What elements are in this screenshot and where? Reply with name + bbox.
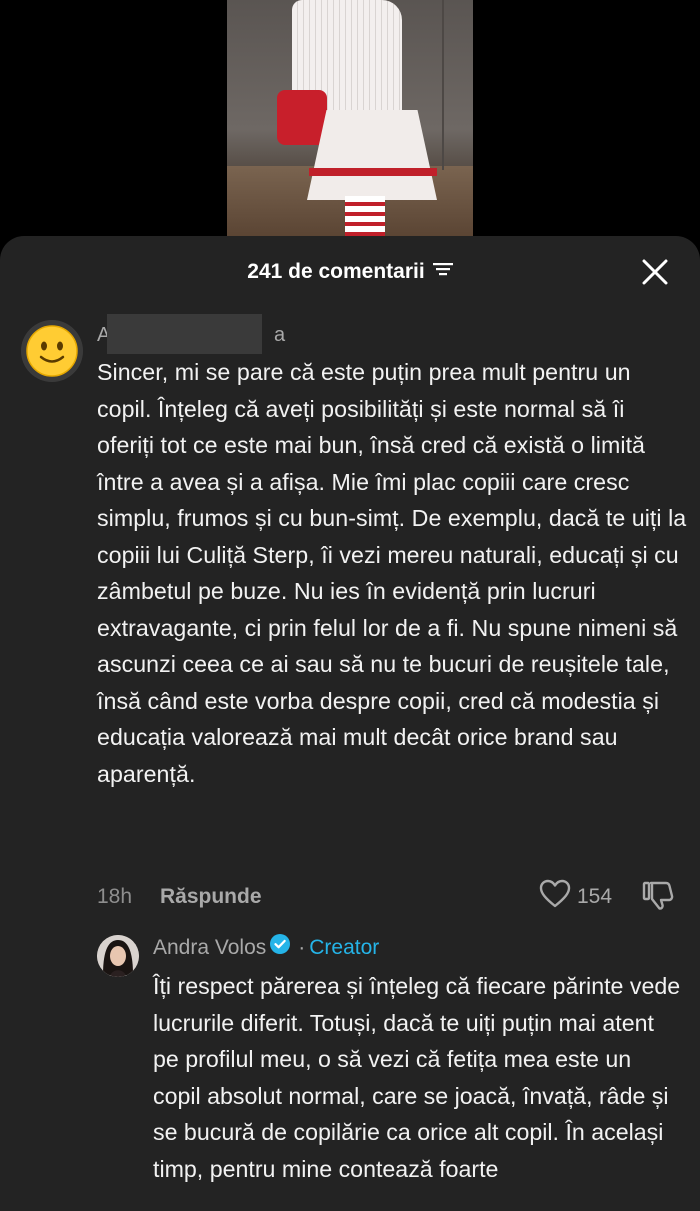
reply-header: Andra Volos · Creator (153, 933, 380, 960)
comment-actions: 18h Răspunde 154 (97, 879, 682, 919)
reply-button[interactable]: Răspunde (160, 885, 262, 909)
close-icon[interactable] (642, 259, 668, 285)
comment-timestamp: 18h (97, 885, 133, 908)
video-background[interactable] (0, 0, 700, 250)
thumbnail-wall-line (442, 0, 444, 170)
creator-avatar[interactable] (97, 935, 139, 977)
filter-lines-icon[interactable] (432, 259, 453, 283)
thumbnail-bag (277, 90, 327, 145)
dislike-icon[interactable] (642, 879, 674, 916)
creator-badge: Creator (309, 936, 380, 959)
smiley-emoji-avatar[interactable] (21, 320, 83, 382)
thumbnail-skirt-stripe (309, 168, 437, 176)
comment-text: Sincer, mi se pare că este puțin prea mu… (97, 359, 687, 787)
heart-icon[interactable] (539, 879, 571, 914)
thumbnail-sock (345, 196, 385, 236)
like-count: 154 (577, 885, 613, 908)
creator-username[interactable]: Andra Volos (153, 936, 266, 959)
verified-badge-icon (270, 933, 291, 960)
comment-username-end[interactable]: a (274, 324, 285, 347)
reply-text: Îți respect părerea și înțeleg că fiecar… (153, 973, 681, 1182)
comments-sheet: 241 de comentarii A a Sincer, mi se pare… (0, 236, 700, 1211)
video-thumbnail (227, 0, 473, 236)
username-redaction (107, 314, 262, 354)
thumbnail-skirt (307, 110, 437, 200)
separator-dot: · (298, 936, 306, 959)
comments-title[interactable]: 241 de comentarii (0, 260, 700, 284)
comments-count-label: 241 de comentarii (247, 260, 425, 283)
comments-header: 241 de comentarii (0, 236, 700, 308)
